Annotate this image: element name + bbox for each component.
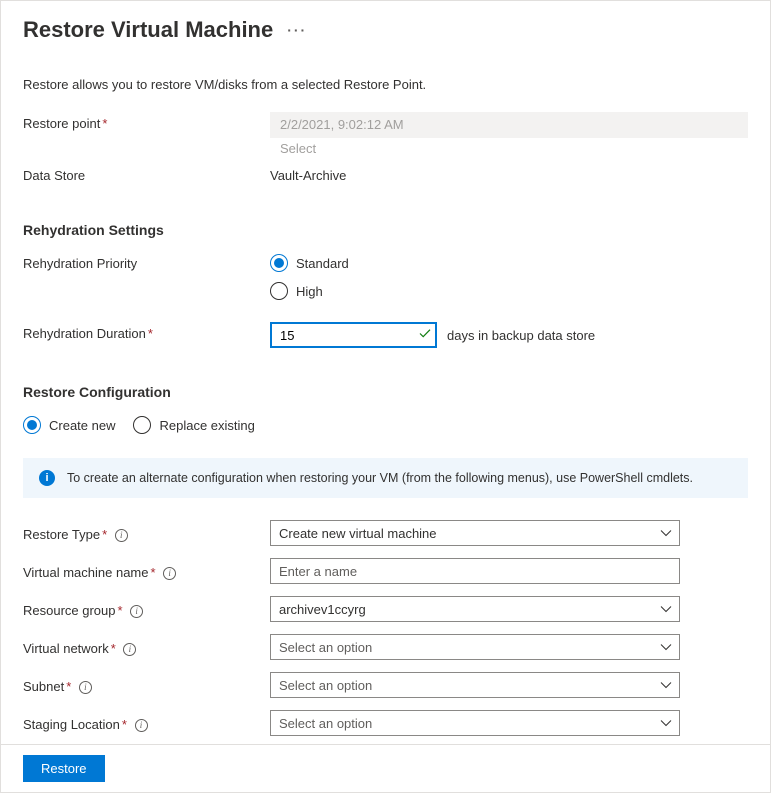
info-banner: i To create an alternate configuration w… bbox=[23, 458, 748, 498]
restore-type-dropdown[interactable]: Create new virtual machine bbox=[270, 520, 680, 546]
rehydration-section-title: Rehydration Settings bbox=[23, 222, 748, 238]
radio-label: Replace existing bbox=[159, 418, 254, 433]
resource-group-dropdown[interactable]: archivev1ccyrg bbox=[270, 596, 680, 622]
restore-config-section-title: Restore Configuration bbox=[23, 384, 748, 400]
page-title: Restore Virtual Machine bbox=[23, 17, 273, 43]
info-tooltip-icon[interactable]: i bbox=[79, 681, 92, 694]
restore-type-label: Restore Type* i bbox=[23, 523, 270, 543]
info-tooltip-icon[interactable]: i bbox=[163, 567, 176, 580]
restore-button[interactable]: Restore bbox=[23, 755, 105, 782]
description-text: Restore allows you to restore VM/disks f… bbox=[23, 77, 748, 92]
virtual-network-dropdown[interactable]: Select an option bbox=[270, 634, 680, 660]
footer-bar: Restore bbox=[1, 744, 770, 792]
virtual-network-label: Virtual network* i bbox=[23, 637, 270, 657]
radio-label: Standard bbox=[296, 256, 349, 271]
info-tooltip-icon[interactable]: i bbox=[130, 605, 143, 618]
more-icon[interactable]: ··· bbox=[287, 22, 307, 38]
restore-point-label: Restore point* bbox=[23, 112, 270, 131]
vm-name-input[interactable] bbox=[270, 558, 680, 584]
duration-suffix-text: days in backup data store bbox=[447, 328, 595, 343]
info-text: To create an alternate configuration whe… bbox=[67, 471, 693, 485]
radio-label: High bbox=[296, 284, 323, 299]
staging-location-label: Staging Location* i bbox=[23, 713, 270, 733]
resource-group-label: Resource group* i bbox=[23, 599, 270, 619]
rehydration-duration-input[interactable] bbox=[270, 322, 437, 348]
rehydration-duration-label: Rehydration Duration* bbox=[23, 322, 270, 341]
priority-radio-standard[interactable]: Standard bbox=[270, 252, 748, 274]
info-tooltip-icon[interactable]: i bbox=[123, 643, 136, 656]
restore-point-value: 2/2/2021, 9:02:12 AM bbox=[270, 112, 748, 138]
radio-label: Create new bbox=[49, 418, 115, 433]
rehydration-priority-label: Rehydration Priority bbox=[23, 252, 270, 271]
priority-radio-high[interactable]: High bbox=[270, 280, 748, 302]
radio-icon bbox=[133, 416, 151, 434]
data-store-label: Data Store bbox=[23, 164, 270, 183]
config-radio-replace-existing[interactable]: Replace existing bbox=[133, 414, 254, 436]
radio-icon bbox=[23, 416, 41, 434]
radio-icon bbox=[270, 254, 288, 272]
info-tooltip-icon[interactable]: i bbox=[115, 529, 128, 542]
vm-name-label: Virtual machine name* i bbox=[23, 561, 270, 581]
staging-location-dropdown[interactable]: Select an option bbox=[270, 710, 680, 736]
config-radio-create-new[interactable]: Create new bbox=[23, 414, 115, 436]
data-store-value: Vault-Archive bbox=[270, 164, 748, 187]
radio-icon bbox=[270, 282, 288, 300]
subnet-dropdown[interactable]: Select an option bbox=[270, 672, 680, 698]
subnet-label: Subnet* i bbox=[23, 675, 270, 695]
info-icon: i bbox=[39, 470, 55, 486]
restore-point-select-link[interactable]: Select bbox=[270, 138, 326, 156]
info-tooltip-icon[interactable]: i bbox=[135, 719, 148, 732]
